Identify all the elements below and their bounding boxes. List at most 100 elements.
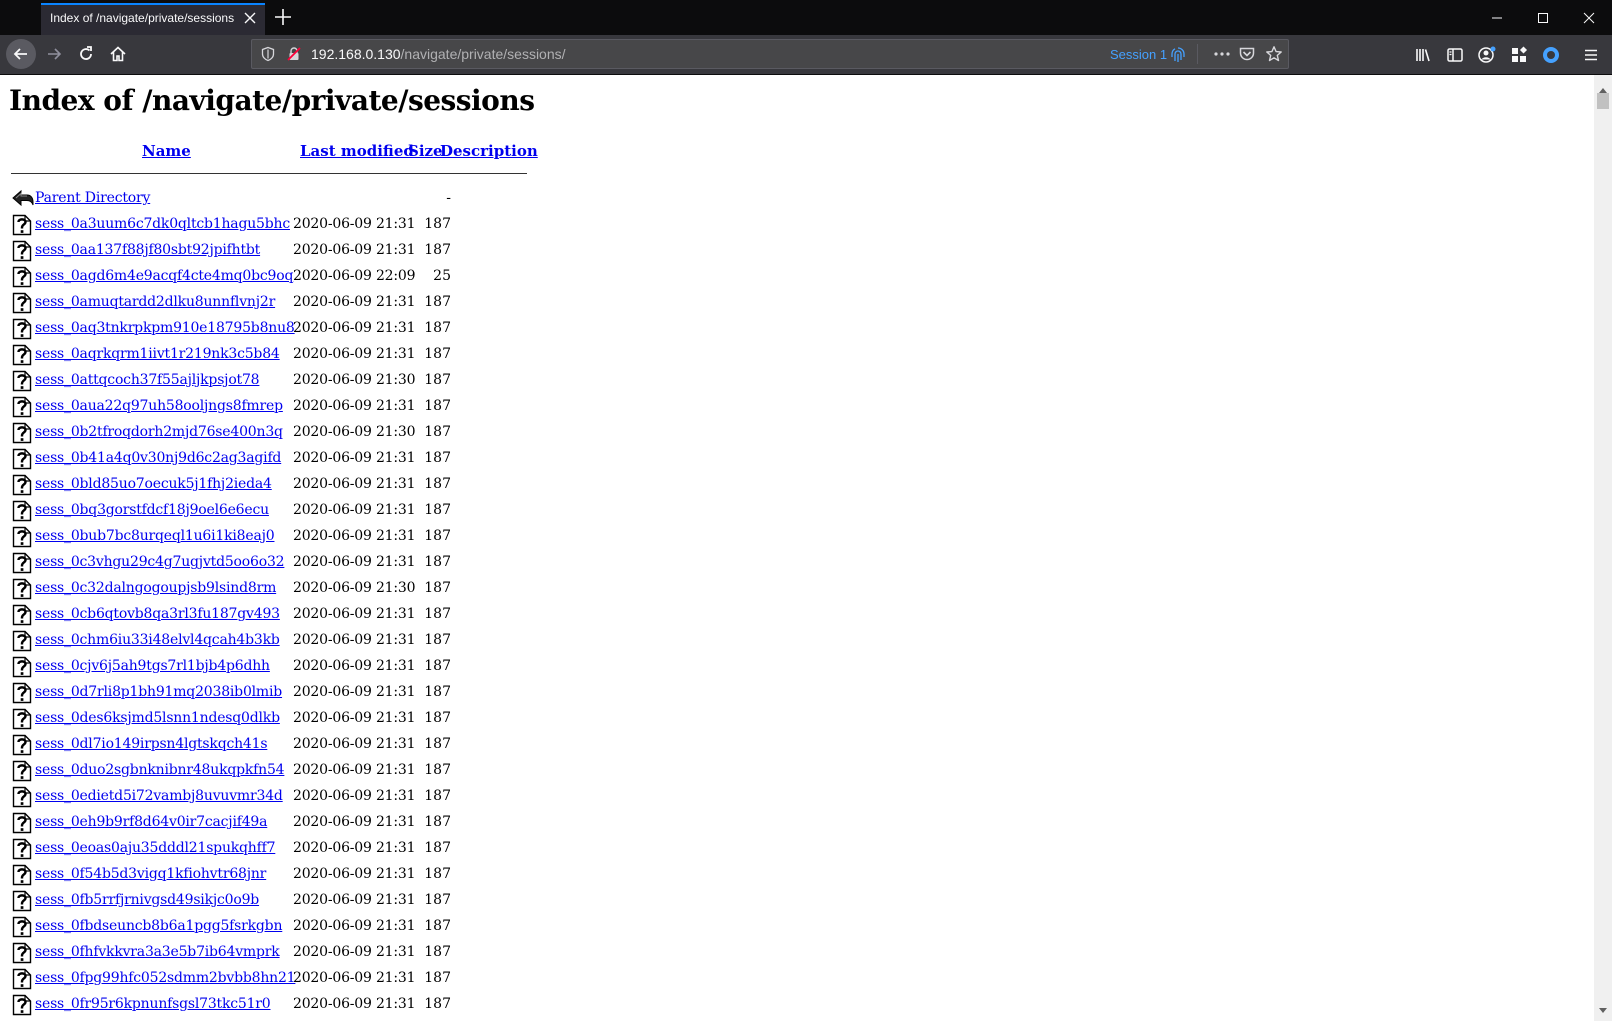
file-link[interactable]: sess_0amuqtardd2dlku8unnflvnj2r <box>35 294 275 310</box>
file-link[interactable]: sess_0dl7io149irpsn4lgtskqch41s <box>35 736 268 752</box>
file-modified: 2020-06-09 21:31 <box>293 788 416 804</box>
file-link[interactable]: sess_0b41a4q0v30nj9d6c2ag3agifd <box>35 450 281 466</box>
file-size: 187 <box>424 892 451 908</box>
file-link[interactable]: sess_0bub7bc8urqeql1u6i1ki8eaj0 <box>35 528 275 544</box>
sidebar-toggle-icon[interactable] <box>1444 44 1466 66</box>
scrollbar-thumb[interactable] <box>1597 93 1609 109</box>
window-close-icon[interactable] <box>1566 0 1612 35</box>
file-modified: 2020-06-09 21:31 <box>293 346 416 362</box>
table-row: sess_0f54b5d3vigq1kfiohvtr68jnr 2020-06-0… <box>11 862 531 888</box>
file-link[interactable]: sess_0f54b5d3vigq1kfiohvtr68jnr <box>35 866 266 882</box>
minimize-icon[interactable] <box>1474 0 1520 35</box>
file-size: 187 <box>424 216 451 232</box>
file-link[interactable]: sess_0duo2sgbnknibnr48ukqpkfn54 <box>35 762 285 778</box>
file-link[interactable]: sess_0attqcoch37f55ajljkpsjot78 <box>35 372 260 388</box>
file-link[interactable]: sess_0d7rli8p1bh91mq2038ib0lmib <box>35 684 282 700</box>
page-title: Index of /navigate/private/sessions <box>9 84 535 117</box>
file-link[interactable]: sess_0aua22q97uh58ooljngs8fmrep <box>35 398 283 414</box>
file-link[interactable]: sess_0aq3tnkrpkpm910e18795b8nu8 <box>35 320 295 336</box>
file-modified: 2020-06-09 21:31 <box>293 944 416 960</box>
sort-by-description-link[interactable]: Description <box>440 142 538 160</box>
table-row: sess_0eoas0aju35dddl21spukqhff7 2020-06-0… <box>11 836 531 862</box>
file-rows: Parent Directory - sess_0a3uum6c7dk0qltc… <box>11 186 531 1018</box>
reload-button[interactable] <box>71 39 101 69</box>
table-row: sess_0bld85uo7oecuk5j1fhj2ieda4 2020-06-0… <box>11 472 531 498</box>
header-divider <box>11 173 527 174</box>
pocket-icon[interactable] <box>1238 45 1256 67</box>
file-link[interactable]: sess_0c3vhgu29c4g7ugjvtd5oo6o32 <box>35 554 285 570</box>
sort-by-modified-link[interactable]: Last modified <box>300 142 414 160</box>
file-modified: 2020-06-09 21:31 <box>293 476 416 492</box>
file-size: 187 <box>424 320 451 336</box>
file-modified: 2020-06-09 21:31 <box>293 840 416 856</box>
file-link[interactable]: sess_0eh9b9rf8d64v0ir7cacjif49a <box>35 814 267 830</box>
file-size: 187 <box>424 710 451 726</box>
file-link[interactable]: sess_0des6ksjmd5lsnn1ndesq0dlkb <box>35 710 280 726</box>
file-link[interactable]: sess_0eoas0aju35dddl21spukqhff7 <box>35 840 275 856</box>
file-link[interactable]: sess_0c32dalngogoupjsb9lsind8rm <box>35 580 276 596</box>
file-link[interactable]: sess_0b2tfroqdorh2mjd76se400n3q <box>35 424 283 440</box>
sort-by-name-link[interactable]: Name <box>142 142 191 160</box>
sort-by-size-link[interactable]: Size <box>408 142 443 160</box>
file-link[interactable]: sess_0fr95r6kpnunfsgsl73tkc51r0 <box>35 996 271 1012</box>
library-icon[interactable] <box>1412 44 1434 66</box>
extensions-icon[interactable] <box>1508 44 1530 66</box>
account-icon[interactable] <box>1476 44 1498 66</box>
file-modified: 2020-06-09 21:31 <box>293 632 416 648</box>
fingerprint-icon[interactable] <box>1170 46 1186 68</box>
file-link[interactable]: sess_0aqrkqrm1iivt1r219nk3c5b84 <box>35 346 280 362</box>
file-modified: 2020-06-09 21:31 <box>293 502 416 518</box>
file-link[interactable]: sess_0fb5rrfjrnivgsd49sikjc0o9b <box>35 892 259 908</box>
file-link[interactable]: sess_0fpg99hfc052sdmm2bvbb8hn21 <box>35 970 296 986</box>
table-row: sess_0c32dalngogoupjsb9lsind8rm 2020-06-0… <box>11 576 531 602</box>
parent-size: - <box>446 190 451 206</box>
maximize-icon[interactable] <box>1520 0 1566 35</box>
file-size: 187 <box>424 554 451 570</box>
file-link[interactable]: sess_0agd6m4e9acqf4cte4mq0bc9oq <box>35 268 293 284</box>
file-modified: 2020-06-09 21:31 <box>293 736 416 752</box>
file-size: 187 <box>424 996 451 1012</box>
file-modified: 2020-06-09 21:31 <box>293 554 416 570</box>
file-link[interactable]: sess_0fhfvkkvra3a3e5b7ib64vmprk <box>35 944 280 960</box>
file-modified: 2020-06-09 21:31 <box>293 814 416 830</box>
unknown-file-icon <box>12 656 32 678</box>
file-modified: 2020-06-09 21:31 <box>293 866 416 882</box>
container-extension-icon[interactable] <box>1540 44 1562 66</box>
insecure-lock-icon[interactable] <box>286 46 302 66</box>
file-link[interactable]: sess_0bld85uo7oecuk5j1fhj2ieda4 <box>35 476 272 492</box>
table-row: sess_0dl7io149irpsn4lgtskqch41s 2020-06-0… <box>11 732 531 758</box>
file-link[interactable]: sess_0edietd5i72vambj8uvuvmr34d <box>35 788 283 804</box>
scroll-down-arrow-icon[interactable] <box>1599 999 1607 1018</box>
tab-active[interactable]: Index of /navigate/private/sessions <box>41 3 265 35</box>
file-link[interactable]: sess_0chm6iu33i48elvl4qcah4b3kb <box>35 632 280 648</box>
forward-button[interactable] <box>39 39 69 69</box>
file-modified: 2020-06-09 21:31 <box>293 658 416 674</box>
vertical-scrollbar[interactable] <box>1594 75 1612 1021</box>
file-link[interactable]: sess_0a3uum6c7dk0qltcb1hagu5bhc <box>35 216 290 232</box>
home-button[interactable] <box>103 39 133 69</box>
file-link[interactable]: sess_0aa137f88jf80sbt92jpifhtbt <box>35 242 260 258</box>
hamburger-menu-icon[interactable] <box>1580 44 1602 66</box>
close-tab-icon[interactable] <box>241 9 259 27</box>
file-size: 187 <box>424 294 451 310</box>
tab-title: Index of /navigate/private/sessions <box>50 11 235 25</box>
unknown-file-icon <box>12 734 32 756</box>
file-link[interactable]: sess_0cb6qtovb8qa3rl3fu187gv493 <box>35 606 280 622</box>
page-actions-more-icon[interactable] <box>1212 45 1232 67</box>
table-row: sess_0edietd5i72vambj8uvuvmr34d 2020-06-0… <box>11 784 531 810</box>
tracking-shield-icon[interactable] <box>260 46 276 66</box>
file-size: 187 <box>424 788 451 804</box>
bookmark-star-icon[interactable] <box>1265 45 1283 67</box>
file-size: 187 <box>424 242 451 258</box>
file-modified: 2020-06-09 21:31 <box>293 970 416 986</box>
container-session-label[interactable]: Session 1 <box>1110 47 1167 62</box>
new-tab-icon[interactable] <box>272 6 294 28</box>
parent-directory-link[interactable]: Parent Directory <box>35 190 150 206</box>
file-link[interactable]: sess_0bq3gorstfdcf18j9oel6e6ecu <box>35 502 269 518</box>
file-link[interactable]: sess_0cjv6j5ah9tgs7rl1bjb4p6dhh <box>35 658 270 674</box>
address-bar[interactable]: 192.168.0.130/navigate/private/sessions/… <box>251 39 1289 69</box>
back-button[interactable] <box>6 39 36 69</box>
file-link[interactable]: sess_0fbdseuncb8b6a1pgg5fsrkgbn <box>35 918 282 934</box>
table-row: sess_0fpg99hfc052sdmm2bvbb8hn21 2020-06-0… <box>11 966 531 992</box>
unknown-file-icon <box>12 760 32 782</box>
